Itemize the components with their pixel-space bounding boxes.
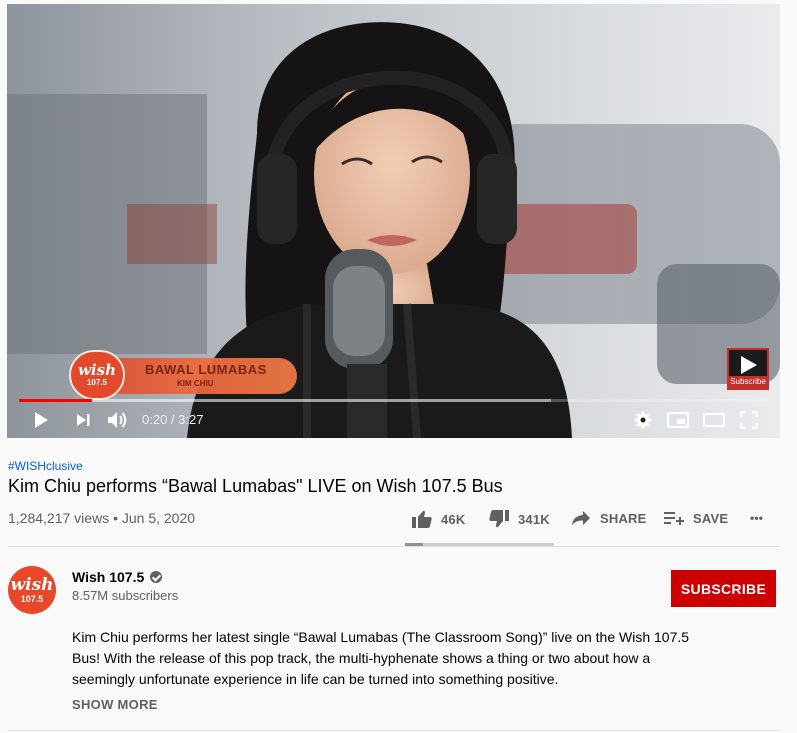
view-count-date: 1,284,217 views • Jun 5, 2020: [8, 510, 196, 526]
save-button[interactable]: SAVE: [664, 510, 728, 526]
miniplayer-icon: [667, 412, 689, 428]
thumbs-down-icon: [489, 510, 509, 528]
more-actions-button[interactable]: •••: [750, 511, 763, 525]
verified-check-icon: [150, 571, 163, 583]
dislike-count: 341K: [518, 511, 550, 527]
share-button[interactable]: SHARE: [571, 510, 647, 526]
wish-logo: wish 107.5: [69, 350, 125, 400]
play-icon: [35, 412, 48, 428]
video-title: Kim Chiu performs “Bawal Lumabas" LIVE o…: [8, 476, 503, 496]
thumbs-up-icon: [412, 510, 432, 528]
progress-loaded: [19, 399, 551, 402]
hashtag-link[interactable]: #WISHclusive: [8, 459, 83, 473]
time-display: 0:20 / 3:27: [142, 412, 204, 427]
next-button[interactable]: [71, 408, 95, 432]
video-player[interactable]: wish 107.5 BAWAL LUMABAS KIM CHIU Subscr…: [7, 4, 780, 438]
subscribe-button[interactable]: SUBSCRIBE: [671, 570, 776, 607]
save-label: SAVE: [693, 510, 729, 526]
show-more-button[interactable]: SHOW MORE: [72, 697, 158, 712]
dislike-button[interactable]: 341K: [489, 510, 550, 528]
channel-avatar[interactable]: wish 107.5: [8, 566, 56, 614]
subscribe-watermark[interactable]: Subscribe: [727, 348, 769, 390]
mute-button[interactable]: [105, 408, 131, 432]
settings-button[interactable]: [631, 408, 655, 432]
fullscreen-button[interactable]: [737, 408, 761, 432]
lower-third-overlay: wish 107.5 BAWAL LUMABAS KIM CHIU: [69, 350, 297, 400]
subscriber-count: 8.57M subscribers: [72, 588, 179, 603]
logo-word: wish: [78, 361, 116, 379]
channel-name-row[interactable]: Wish 107.5: [72, 569, 163, 585]
channel-name[interactable]: Wish 107.5: [72, 569, 144, 585]
share-label: SHARE: [600, 510, 647, 526]
more-dots-icon: •••: [750, 511, 764, 525]
logo-number: 107.5: [86, 378, 108, 387]
volume-icon: [108, 412, 127, 428]
song-title-overlay: BAWAL LUMABAS: [145, 362, 267, 377]
video-description: Kim Chiu performs her latest single “Baw…: [72, 629, 690, 687]
artist-overlay: KIM CHIU: [177, 379, 214, 388]
like-count: 46K: [441, 511, 466, 527]
youtube-play-icon: [741, 356, 757, 374]
avatar-number: 107.5: [20, 593, 44, 604]
divider-bottom: [8, 730, 780, 731]
divider: [8, 546, 780, 547]
like-button[interactable]: 46K: [412, 510, 465, 528]
settings-icon: [634, 411, 652, 429]
share-icon: [572, 511, 590, 525]
watermark-label: Subscribe: [729, 376, 767, 388]
progress-bar[interactable]: [19, 399, 768, 402]
theater-mode-button[interactable]: [701, 408, 727, 432]
play-button[interactable]: [29, 408, 53, 432]
next-icon: [77, 414, 90, 426]
progress-played: [19, 399, 92, 402]
fullscreen-icon: [740, 411, 758, 429]
theater-icon: [703, 413, 725, 427]
avatar-word: wish: [10, 574, 54, 595]
miniplayer-button[interactable]: [665, 408, 691, 432]
playlist-add-icon: [664, 512, 684, 525]
